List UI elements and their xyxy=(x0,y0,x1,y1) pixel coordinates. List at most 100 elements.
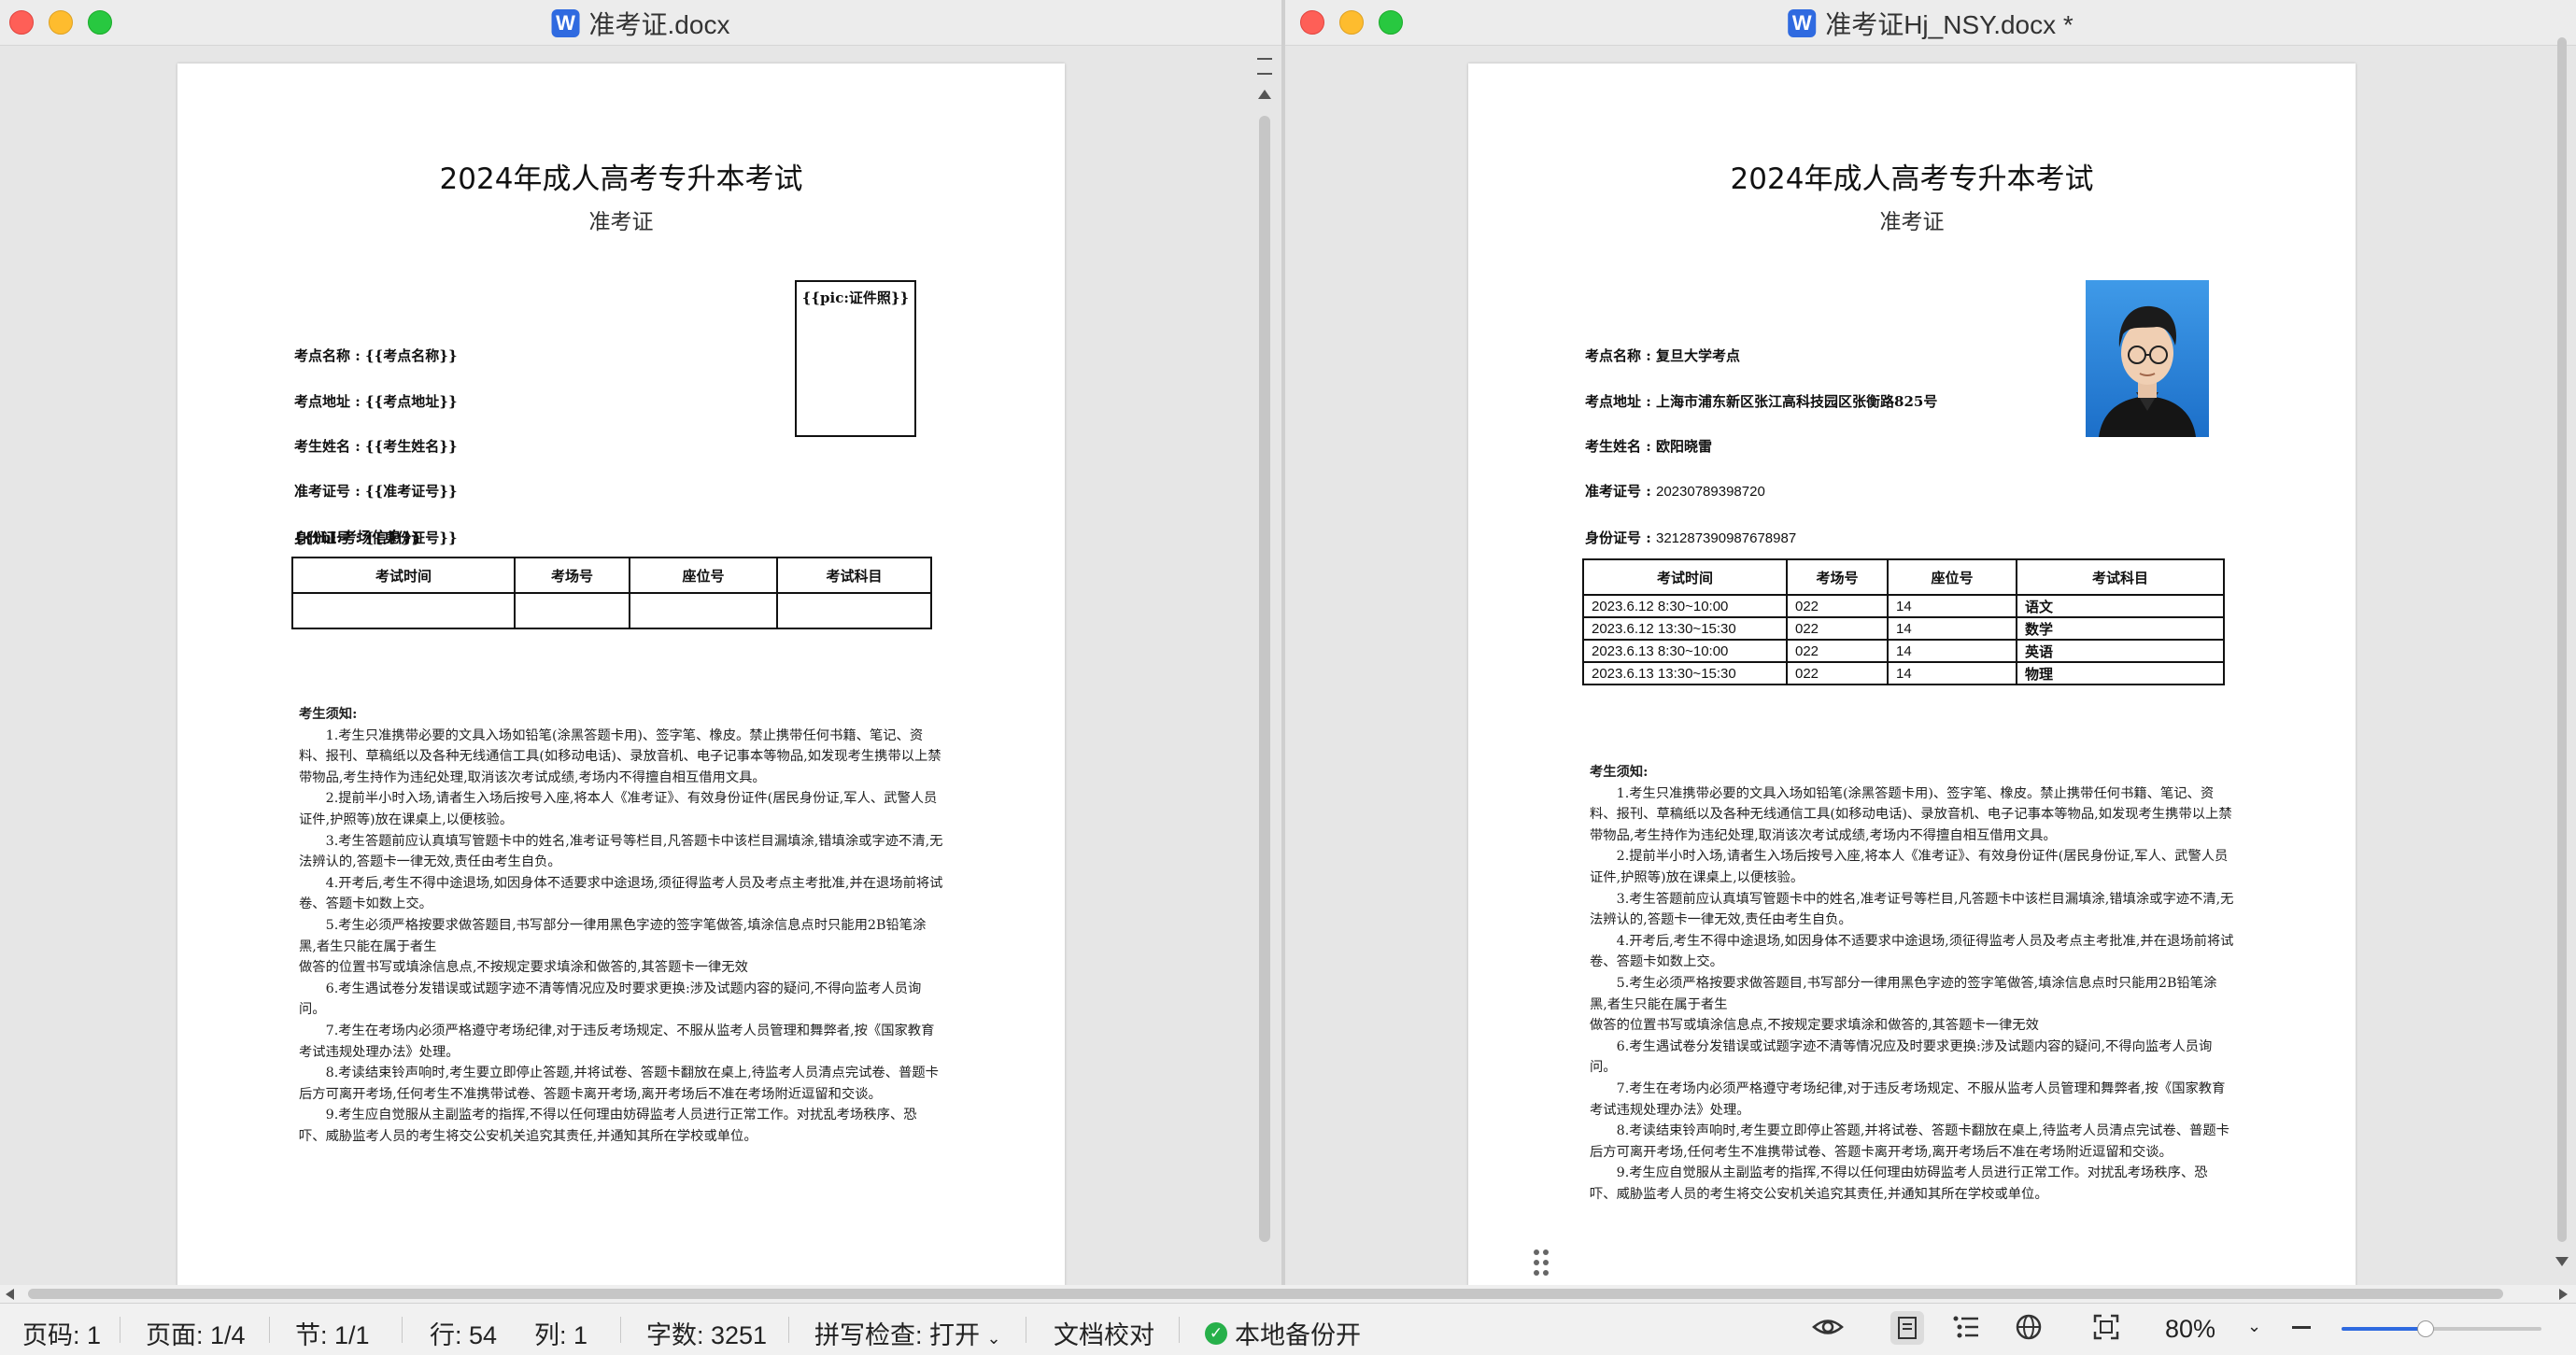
table-header: 座位号 xyxy=(1887,558,2017,596)
vertical-scrollbar-thumb[interactable] xyxy=(2557,37,2567,1242)
page-view-button[interactable] xyxy=(1890,1311,1924,1345)
maximize-window-button[interactable] xyxy=(1379,10,1403,35)
spell-check-dropdown[interactable]: 拼写检查: 打开 ⌄ xyxy=(814,1315,1001,1351)
photo-placeholder[interactable]: {{pic:证件照}} xyxy=(795,280,916,437)
table-header: 座位号 xyxy=(629,557,778,594)
scroll-left-arrow-icon[interactable] xyxy=(6,1289,14,1300)
window-title: W 准考证Hj_NSY.docx * xyxy=(1788,5,2074,42)
check-circle-icon: ✓ xyxy=(1205,1321,1227,1345)
status-bar: 页码: 1 页面: 1/4 节: 1/1 行: 54 列: 1 字数: 3251… xyxy=(0,1303,2576,1355)
table-header: 考试时间 xyxy=(291,557,516,594)
page-view-icon xyxy=(1898,1317,1917,1339)
zoom-slider-knob[interactable] xyxy=(2417,1320,2434,1337)
notice-item: 7.考生在考场内必须严格遵守考场纪律,对于违反考场规定、不服从监考人员管理和舞弊… xyxy=(299,1023,935,1060)
notice-item: 8.考读结束铃声响时,考生要立即停止答题,并将试卷、答题卡翻放在桌上,待监考人员… xyxy=(1590,1123,2229,1160)
table-cell[interactable] xyxy=(291,592,516,629)
table-header: 考场号 xyxy=(514,557,630,594)
table-cell[interactable] xyxy=(776,592,932,629)
field-candidate-name: 考生姓名 : 欧阳晓雷 xyxy=(1585,438,1713,455)
doc-title: 2024年成人高考专升本考试 xyxy=(1730,162,2094,196)
status-column[interactable]: 列: 1 xyxy=(534,1315,587,1351)
table-header-row: 考试时间 考场号 座位号 考试科目 xyxy=(291,557,932,594)
field-exam-site-address: 考点地址 : {{考点地址}} xyxy=(294,393,458,410)
local-backup-status[interactable]: ✓ 本地备份开 xyxy=(1205,1315,1361,1351)
notice-item: 9.考生应自觉服从主副监考的指挥,不得以任何理由妨碍监考人员进行正常工作。对扰乱… xyxy=(1590,1165,2208,1202)
zoom-dropdown-chevron-icon[interactable]: ⌄ xyxy=(2247,1317,2261,1336)
table-header: 考试科目 xyxy=(776,557,932,594)
scroll-up-arrow-icon[interactable] xyxy=(1258,90,1271,99)
zoom-level[interactable]: 80% xyxy=(2165,1315,2215,1344)
notice-item: 6.考生遇试卷分发错误或试题字迹不清等情况应及时要求更换:涉及试题内容的疑问,不… xyxy=(1590,1038,2213,1076)
close-window-button[interactable] xyxy=(9,10,34,35)
fit-screen-icon[interactable] xyxy=(2092,1313,2120,1348)
notice-item: 5.考生必须严格按要求做答题目,书写部分一律用黑色字迹的签字笔做答,填涂信息点时… xyxy=(1590,975,2217,1012)
right-document-window: W 准考证Hj_NSY.docx * 2024年成人高考专升本考试 准考证 考点… xyxy=(1285,0,2576,1303)
table-cell-room[interactable]: 022 xyxy=(1786,661,1889,685)
table-cell-subject[interactable]: 物理 xyxy=(2016,661,2225,685)
table-cell-time[interactable]: 2023.6.12 13:30~15:30 xyxy=(1582,616,1788,641)
field-exam-site-address: 考点地址 : 上海市浦东新区张江高科技园区张衡路825号 xyxy=(1585,393,1938,410)
status-divider xyxy=(1179,1317,1180,1343)
table-cell-seat[interactable]: 14 xyxy=(1887,594,2017,618)
table-row: 2023.6.13 13:30~15:30 022 14 物理 xyxy=(1582,661,2225,685)
zoom-slider[interactable] xyxy=(2342,1320,2541,1337)
minimize-window-button[interactable] xyxy=(49,10,73,35)
table-cell-time[interactable]: 2023.6.13 13:30~15:30 xyxy=(1582,661,1788,685)
zoom-out-icon[interactable] xyxy=(2292,1326,2311,1329)
exam-info-table[interactable]: 考试时间 考场号 座位号 考试科目 xyxy=(291,557,932,629)
table-cell-room[interactable]: 022 xyxy=(1786,594,1889,618)
table-cell-subject[interactable]: 英语 xyxy=(2016,639,2225,663)
table-cell[interactable] xyxy=(629,592,778,629)
vertical-scrollbar-thumb[interactable] xyxy=(1259,116,1270,1242)
notice-item: 6.考生遇试卷分发错误或试题字迹不清等情况应及时要求更换:涉及试题内容的疑问,不… xyxy=(299,981,922,1018)
web-view-icon[interactable] xyxy=(2015,1313,2043,1348)
notice-item: 3.考生答题前应认真填写管题卡中的姓名,准考证号等栏目,凡答题卡中该栏目漏填涂,… xyxy=(1590,891,2234,928)
scroll-down-arrow-icon[interactable] xyxy=(2555,1257,2569,1266)
table-cell[interactable] xyxy=(514,592,630,629)
table-cell-time[interactable]: 2023.6.13 8:30~10:00 xyxy=(1582,639,1788,663)
table-header: 考试科目 xyxy=(2016,558,2225,596)
word-doc-icon: W xyxy=(551,9,580,37)
table-cell-seat[interactable]: 14 xyxy=(1887,616,2017,641)
status-row[interactable]: 行: 54 xyxy=(430,1315,497,1351)
status-divider xyxy=(788,1317,789,1343)
left-titlebar: W 准考证.docx xyxy=(0,0,1281,46)
document-page[interactable]: 2024年成人高考专升本考试 准考证 考点名称 : 复旦大学考点 考点地址 : … xyxy=(1468,64,2356,1303)
table-cell-room[interactable]: 022 xyxy=(1786,616,1889,641)
drag-handle-icon[interactable] xyxy=(1532,1248,1550,1277)
horizontal-scrollbar[interactable] xyxy=(0,1285,2576,1303)
eye-icon[interactable] xyxy=(1812,1313,1844,1348)
field-candidate-name: 考生姓名 : {{考生姓名}} xyxy=(294,438,458,455)
table-cell-seat[interactable]: 14 xyxy=(1887,639,2017,663)
table-cell-subject[interactable]: 数学 xyxy=(2016,616,2225,641)
exam-info-table[interactable]: 考试时间 考场号 座位号 考试科目 2023.6.12 8:30~10:00 0… xyxy=(1582,558,2225,685)
horizontal-scrollbar-thumb[interactable] xyxy=(28,1289,2503,1299)
candidate-photo[interactable] xyxy=(2086,280,2209,437)
table-row: 2023.6.12 13:30~15:30 022 14 数学 xyxy=(1582,616,2225,641)
notice-item: 5.考生必须严格按要求做答题目,书写部分一律用黑色字迹的签字笔做答,填涂信息点时… xyxy=(299,917,927,954)
notice-item: 8.考读结束铃声响时,考生要立即停止答题,并将试卷、答题卡翻放在桌上,待监考人员… xyxy=(299,1066,939,1102)
table-row xyxy=(291,592,932,629)
table-cell-seat[interactable]: 14 xyxy=(1887,661,2017,685)
table-header-row: 考试时间 考场号 座位号 考试科目 xyxy=(1582,558,2225,596)
doc-proofread-button[interactable]: 文档校对 xyxy=(1054,1315,1154,1351)
notice-item: 1.考生只准携带必要的文具入场如铅笔(涂黑答题卡用)、签字笔、橡皮。禁止携带任何… xyxy=(299,727,941,785)
close-window-button[interactable] xyxy=(1300,10,1324,35)
scroll-right-arrow-icon[interactable] xyxy=(2559,1289,2568,1300)
table-header: 考试时间 xyxy=(1582,558,1788,596)
chevron-down-icon: ⌄ xyxy=(986,1329,1001,1348)
table-cell-subject[interactable]: 语文 xyxy=(2016,594,2225,618)
table-cell-time[interactable]: 2023.6.12 8:30~10:00 xyxy=(1582,594,1788,618)
status-page-code[interactable]: 页码: 1 xyxy=(22,1315,101,1351)
status-section[interactable]: 节: 1/1 xyxy=(295,1315,370,1351)
document-page[interactable]: 2024年成人高考专升本考试 准考证 考点名称 : {{考点名称}} 考点地址 … xyxy=(177,64,1065,1303)
left-document-window: W 准考证.docx 2024年成人高考专升本考试 准考证 考点名称 : {{考… xyxy=(0,0,1281,1303)
status-page[interactable]: 页面: 1/4 xyxy=(146,1315,246,1351)
table-cell-room[interactable]: 022 xyxy=(1786,639,1889,663)
notice-item: 2.提前半小时入场,请者生入场后按号入座,将本人《准考证》、有效身份证件(居民身… xyxy=(1590,849,2229,885)
status-word-count[interactable]: 字数: 3251 xyxy=(646,1315,767,1351)
minimize-window-button[interactable] xyxy=(1339,10,1364,35)
maximize-window-button[interactable] xyxy=(88,10,112,35)
split-view-icon[interactable] xyxy=(1257,58,1272,75)
outline-view-icon[interactable] xyxy=(1952,1313,1980,1348)
